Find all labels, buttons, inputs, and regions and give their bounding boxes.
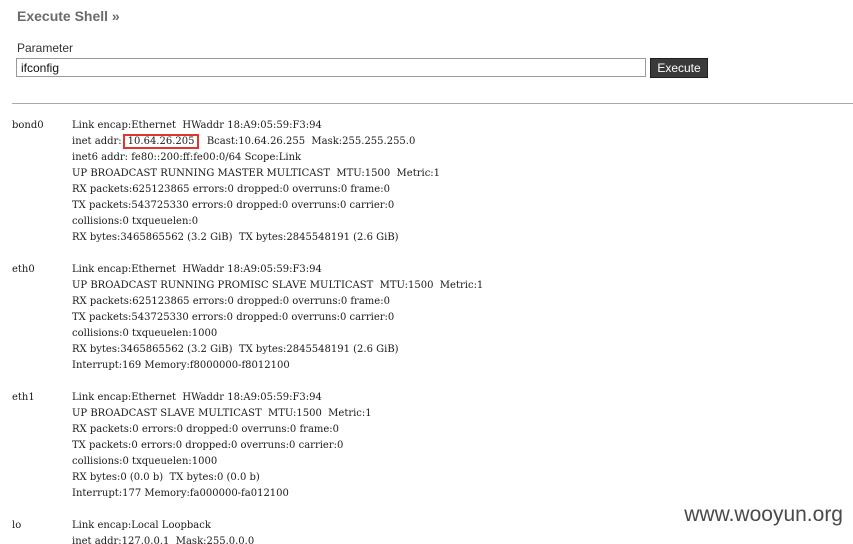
interface-line-text: RX bytes:3465865562 (3.2 GiB) TX bytes:2…: [72, 344, 399, 355]
output-line: inet6 addr: fe80::200:ff:fe00:0/64 Scope…: [12, 150, 853, 166]
output-line: Interrupt:177 Memory:fa000000-fa012100: [12, 486, 853, 502]
parameter-input[interactable]: [16, 58, 646, 77]
output-line: RX packets:0 errors:0 dropped:0 overruns…: [12, 422, 853, 438]
interface-block: eth1 Link encap:Ethernet HWaddr 18:A9:05:…: [12, 390, 853, 502]
interface-line-text: Interrupt:169 Memory:f8000000-f8012100: [72, 360, 290, 371]
output-line: collisions:0 txqueuelen:0: [12, 214, 853, 230]
output-line: eth0 Link encap:Ethernet HWaddr 18:A9:05:…: [12, 262, 853, 278]
interface-line-text: UP BROADCAST SLAVE MULTICAST MTU:1500 Me…: [72, 408, 372, 419]
page-title: Execute Shell »: [17, 8, 120, 24]
output-line: RX packets:625123865 errors:0 dropped:0 …: [12, 294, 853, 310]
output-line: inet addr: 10.64.26.205 Bcast:10.64.26.25…: [12, 134, 853, 150]
interface-line-text: RX packets:625123865 errors:0 dropped:0 …: [72, 184, 390, 195]
output-line: RX packets:625123865 errors:0 dropped:0 …: [12, 182, 853, 198]
interface-block: eth0 Link encap:Ethernet HWaddr 18:A9:05:…: [12, 262, 853, 374]
interface-line-text: TX packets:543725330 errors:0 dropped:0 …: [72, 312, 395, 323]
interface-line-text: collisions:0 txqueuelen:0: [72, 216, 199, 227]
interface-line-text: TX packets:543725330 errors:0 dropped:0 …: [72, 200, 395, 211]
interface-name: eth1: [12, 392, 35, 403]
interface-line-text: RX bytes:3465865562 (3.2 GiB) TX bytes:2…: [72, 232, 399, 243]
execute-button[interactable]: Execute: [650, 58, 708, 78]
interface-line-text: collisions:0 txqueuelen:1000: [72, 328, 218, 339]
output-line: UP BROADCAST RUNNING MASTER MULTICAST MT…: [12, 166, 853, 182]
interface-name: lo: [12, 520, 22, 531]
interface-line-text: inet6 addr: fe80::200:ff:fe00:0/64 Scope…: [72, 152, 302, 163]
output-line: eth1 Link encap:Ethernet HWaddr 18:A9:05:…: [12, 390, 853, 406]
output-line: UP BROADCAST RUNNING PROMISC SLAVE MULTI…: [12, 278, 853, 294]
output-line: TX packets:543725330 errors:0 dropped:0 …: [12, 310, 853, 326]
divider: [12, 103, 853, 104]
interface-line-text: Interrupt:177 Memory:fa000000-fa012100: [72, 488, 289, 499]
interface-line-text: RX packets:625123865 errors:0 dropped:0 …: [72, 296, 390, 307]
output-line: RX bytes:0 (0.0 b) TX bytes:0 (0.0 b): [12, 470, 853, 486]
interface-name: bond0: [12, 120, 44, 131]
parameter-label: Parameter: [17, 41, 74, 55]
interface-name: eth0: [12, 264, 35, 275]
interface-line-text: Link encap:Ethernet HWaddr 18:A9:05:59:F…: [72, 264, 322, 275]
interface-line-text: UP BROADCAST RUNNING PROMISC SLAVE MULTI…: [72, 280, 484, 291]
interface-line-text: Link encap:Ethernet HWaddr 18:A9:05:59:F…: [72, 120, 322, 131]
highlight-box: 10.64.26.205: [122, 134, 200, 149]
output-line: collisions:0 txqueuelen:1000: [12, 454, 853, 470]
interface-line-text: UP BROADCAST RUNNING MASTER MULTICAST MT…: [72, 168, 441, 179]
output-line: Interrupt:169 Memory:f8000000-f8012100: [12, 358, 853, 374]
interface-line-text: inet addr:127.0.0.1 Mask:255.0.0.0: [72, 536, 255, 544]
interface-line-text: Link encap:Ethernet HWaddr 18:A9:05:59:F…: [72, 392, 322, 403]
output-line: collisions:0 txqueuelen:1000: [12, 326, 853, 342]
output-line: bond0 Link encap:Ethernet HWaddr 18:A9:05…: [12, 118, 853, 134]
output-line: RX bytes:3465865562 (3.2 GiB) TX bytes:2…: [12, 230, 853, 246]
output-line: TX packets:543725330 errors:0 dropped:0 …: [12, 198, 853, 214]
interface-line-text: Link encap:Local Loopback: [72, 520, 211, 531]
output-line: inet addr:127.0.0.1 Mask:255.0.0.0: [12, 534, 853, 544]
output-line: UP BROADCAST SLAVE MULTICAST MTU:1500 Me…: [12, 406, 853, 422]
command-output: bond0 Link encap:Ethernet HWaddr 18:A9:05…: [12, 118, 853, 544]
interface-line-text: collisions:0 txqueuelen:1000: [72, 456, 218, 467]
interface-line-text: RX packets:0 errors:0 dropped:0 overruns…: [72, 424, 340, 435]
interface-block: bond0 Link encap:Ethernet HWaddr 18:A9:05…: [12, 118, 853, 246]
interface-line-text: RX bytes:0 (0.0 b) TX bytes:0 (0.0 b): [72, 472, 260, 483]
interface-line-text: TX packets:0 errors:0 dropped:0 overruns…: [72, 440, 344, 451]
interface-line-text: inet addr: 10.64.26.205 Bcast:10.64.26.25…: [72, 134, 416, 149]
watermark: www.wooyun.org: [680, 503, 843, 527]
output-line: RX bytes:3465865562 (3.2 GiB) TX bytes:2…: [12, 342, 853, 358]
output-line: TX packets:0 errors:0 dropped:0 overruns…: [12, 438, 853, 454]
